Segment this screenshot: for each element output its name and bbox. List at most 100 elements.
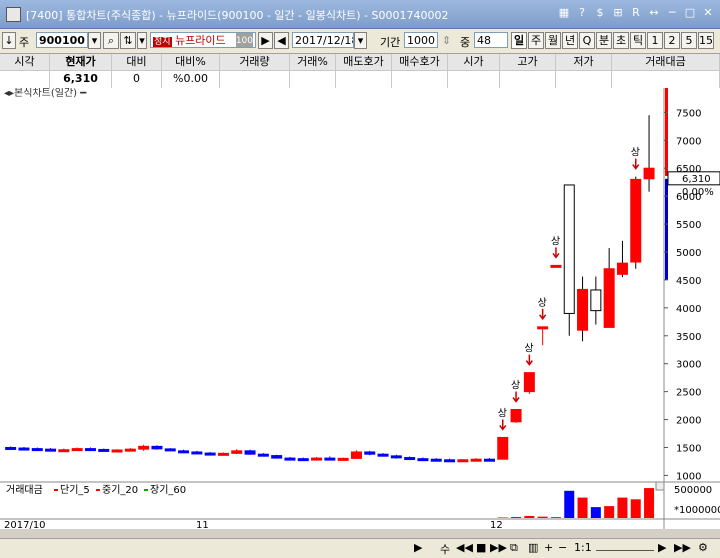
chart-type-icon[interactable]: ⧉ (510, 541, 518, 555)
minimize-icon[interactable]: ─ (664, 5, 680, 21)
candle-body-33 (444, 459, 456, 463)
margin-badge: 100 (235, 33, 253, 47)
code-input[interactable]: 900100 (36, 32, 88, 48)
period-input[interactable]: 1000 (404, 32, 438, 48)
candle-body-8 (111, 449, 123, 453)
resize-icon[interactable]: ↔ (646, 5, 662, 21)
sort-icon[interactable]: ⇅ (120, 32, 136, 49)
volume-ma-label-2: 장기_60 (150, 484, 186, 496)
timeframe-button-0[interactable]: 일 (511, 32, 527, 49)
search-icon[interactable]: ⌕ (103, 32, 119, 49)
app-icon (6, 7, 21, 22)
mode-toggle-icon[interactable]: ↓ (2, 32, 16, 49)
stock-name: 뉴프라이드 (175, 34, 226, 47)
candle-body-14 (191, 451, 203, 455)
candle-body-27 (364, 451, 376, 455)
volume-scale-label: *1000000 (674, 505, 720, 516)
candle-body-24 (324, 457, 336, 461)
candle-body-2 (31, 448, 43, 452)
candle-body-11 (151, 445, 163, 450)
fast-forward-icon[interactable]: ▶▶ (490, 541, 507, 554)
play-icon[interactable]: ▶ (414, 541, 422, 554)
prev-icon[interactable]: ◀ (274, 32, 289, 49)
timeframe-button-3[interactable]: 년 (562, 32, 578, 49)
signal-label-38: 상 (511, 380, 520, 392)
volume-bar-44 (590, 507, 601, 518)
plus-icon[interactable]: + (544, 541, 553, 554)
candle-body-34 (457, 459, 469, 463)
volume-bar-41 (550, 517, 561, 518)
dollar-icon[interactable]: $ (592, 5, 608, 21)
y-tick-label-13: 7500 (676, 108, 701, 119)
volume-bar-42 (564, 490, 575, 518)
spinner-icon[interactable]: ⇕ (442, 34, 451, 47)
volume-bar-38 (511, 516, 522, 518)
last-price-label: 6,310 (682, 174, 711, 185)
rewind-icon[interactable]: ◀◀ (456, 541, 473, 554)
axis-bar-blue (665, 178, 668, 280)
settings-icon[interactable]: ⚙ (698, 541, 708, 554)
bottom-bar: ▶ 수 ◀◀ ■ ▶▶ ⧉ ▥ + − 1:1 ▶ ▶▶ ⚙ (0, 538, 720, 558)
candle-body-28 (377, 453, 389, 457)
signal-label-39: 상 (524, 343, 533, 355)
candle-body-4 (58, 449, 70, 453)
close-icon[interactable]: ✕ (700, 5, 716, 21)
quote-header-4: 거래량 (220, 54, 290, 71)
quote-value-4 (220, 71, 290, 88)
quote-value-7 (392, 71, 448, 88)
page-right-icon[interactable]: ▶▶ (674, 541, 691, 554)
volume-bar-37 (497, 517, 508, 518)
quote-header-7: 매수호가 (392, 54, 448, 71)
price-chart[interactable]: 1000 1500 2000 2500 3000 3500 4000 4500 5000 5500… (0, 87, 720, 531)
candle-body-29 (390, 455, 402, 459)
timeframe-button-10[interactable]: 5 (681, 32, 697, 49)
timeframe-button-1[interactable]: 주 (528, 32, 544, 49)
quote-header-0: 시각 (0, 54, 50, 71)
scroll-end-icon[interactable]: ▶ (658, 541, 666, 554)
timeframe-button-4[interactable]: Q (579, 32, 595, 49)
grid-icon[interactable]: ⊞ (610, 5, 626, 21)
quote-header-11: 거래대금 (612, 54, 720, 71)
minus-icon[interactable]: − (558, 541, 567, 554)
signal-label-37: 상 (498, 407, 507, 419)
zoom-slider[interactable] (596, 541, 654, 551)
y-tick-label-4: 3000 (676, 360, 701, 371)
date-input[interactable]: 2017/12/18 (292, 32, 354, 48)
date-dropdown-icon[interactable]: ▾ (354, 32, 367, 49)
help-icon[interactable]: ? (574, 5, 590, 21)
title-buttons: ▦ ? $ ⊞ R ↔ ─ □ ✕ (556, 5, 716, 21)
candle-body-37 (497, 436, 509, 460)
timeframe-button-9[interactable]: 2 (664, 32, 680, 49)
candle-body-39 (523, 372, 535, 393)
candle-body-40 (537, 326, 549, 330)
timeframe-button-7[interactable]: 틱 (630, 32, 646, 49)
timeframe-button-8[interactable]: 1 (647, 32, 663, 49)
volume-ma-swatch-0 (54, 489, 58, 491)
timeframe-button-11[interactable]: 15 (698, 32, 714, 49)
candle-body-13 (178, 450, 190, 454)
ratio-icon[interactable]: 1:1 (574, 541, 592, 554)
timeframe-button-6[interactable]: 초 (613, 32, 629, 49)
period-label: 기간 (380, 36, 401, 49)
y-tick-label-9: 5500 (676, 220, 701, 231)
next-icon[interactable]: ▶ (258, 32, 273, 49)
zoom-in-icon[interactable]: ▥ (528, 541, 538, 554)
volume-bar-39 (524, 515, 535, 518)
stock-name-field[interactable]: 정지 뉴프라이드 100 (150, 32, 256, 48)
volume-bar-46 (617, 497, 628, 518)
sort-dropdown-icon[interactable]: ▾ (137, 32, 147, 49)
signal-label-41: 상 (551, 235, 560, 247)
maximize-icon[interactable]: □ (682, 5, 698, 21)
candle-body-10 (138, 445, 150, 450)
timeframe-button-2[interactable]: 월 (545, 32, 561, 49)
stop-icon[interactable]: ■ (476, 541, 486, 554)
candle-body-19 (257, 453, 269, 457)
count-input[interactable]: 48 (474, 32, 508, 48)
layout-icon[interactable]: ▦ (556, 5, 572, 21)
timeframe-button-5[interactable]: 분 (596, 32, 612, 49)
code-dropdown-icon[interactable]: ▾ (88, 32, 101, 49)
r-icon[interactable]: R (628, 5, 644, 21)
volume-bar-48 (644, 488, 655, 518)
candle-body-31 (417, 458, 429, 462)
scroll-left-icon[interactable]: 수 (440, 541, 450, 557)
